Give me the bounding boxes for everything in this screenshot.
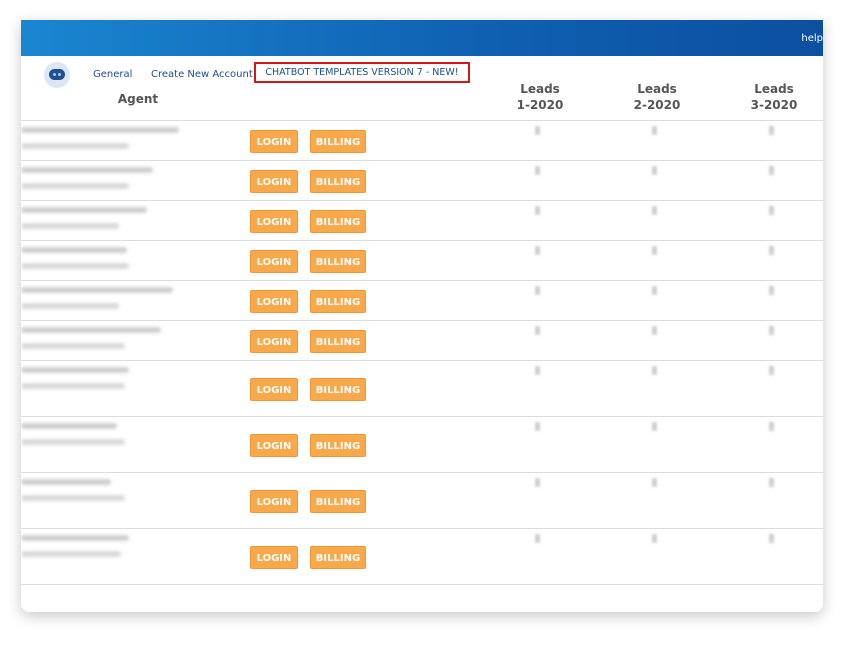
billing-button[interactable]: BILLING — [310, 330, 366, 353]
help-link[interactable]: help — [801, 33, 823, 44]
billing-button[interactable]: BILLING — [310, 170, 366, 193]
billing-button[interactable]: BILLING — [310, 250, 366, 273]
header-leads-1: Leads 1-2020 — [516, 82, 564, 112]
leads-value-2 — [652, 366, 657, 375]
login-button[interactable]: LOGIN — [250, 130, 298, 153]
app-window: help General Create New Account CHATBOT … — [21, 20, 823, 612]
leads-value-1 — [535, 478, 540, 487]
leads-value-2 — [652, 286, 657, 295]
login-button[interactable]: LOGIN — [250, 290, 298, 313]
login-button[interactable]: LOGIN — [250, 250, 298, 273]
row-divider — [21, 200, 823, 201]
row-divider — [21, 528, 823, 529]
leads-value-3 — [769, 478, 774, 487]
login-button[interactable]: LOGIN — [250, 378, 298, 401]
chatbot-logo-icon[interactable] — [44, 62, 70, 88]
agent-id — [21, 343, 125, 349]
row-divider — [21, 280, 823, 281]
leads-value-2 — [652, 326, 657, 335]
login-button[interactable]: LOGIN — [250, 170, 298, 193]
agent-id — [21, 551, 121, 557]
agent-email — [21, 287, 173, 293]
login-button[interactable]: LOGIN — [250, 546, 298, 569]
leads-value-2 — [652, 206, 657, 215]
billing-button[interactable]: BILLING — [310, 546, 366, 569]
leads-value-1 — [535, 286, 540, 295]
agent-email — [21, 479, 111, 485]
leads-value-3 — [769, 534, 774, 543]
leads-value-2 — [652, 478, 657, 487]
row-divider — [21, 160, 823, 161]
login-button[interactable]: LOGIN — [250, 330, 298, 353]
login-button[interactable]: LOGIN — [250, 434, 298, 457]
billing-button[interactable]: BILLING — [310, 378, 366, 401]
row-divider — [21, 360, 823, 361]
leads-value-2 — [652, 246, 657, 255]
leads-value-3 — [769, 206, 774, 215]
agent-email — [21, 207, 147, 213]
leads-value-3 — [769, 422, 774, 431]
login-button[interactable]: LOGIN — [250, 210, 298, 233]
leads-value-2 — [652, 126, 657, 135]
leads-value-1 — [535, 166, 540, 175]
row-divider — [21, 240, 823, 241]
header-agent: Agent — [117, 92, 159, 106]
agent-email — [21, 423, 117, 429]
leads-value-2 — [652, 534, 657, 543]
agent-email — [21, 367, 129, 373]
agent-email — [21, 127, 179, 133]
row-divider — [21, 584, 823, 585]
agent-id — [21, 223, 119, 229]
top-bar: help — [21, 20, 823, 56]
leads-value-1 — [535, 206, 540, 215]
leads-value-2 — [652, 422, 657, 431]
leads-value-1 — [535, 534, 540, 543]
agent-email — [21, 327, 161, 333]
agent-id — [21, 263, 129, 269]
billing-button[interactable]: BILLING — [310, 210, 366, 233]
agent-id — [21, 383, 125, 389]
billing-button[interactable]: BILLING — [310, 490, 366, 513]
agent-id — [21, 495, 125, 501]
row-divider — [21, 320, 823, 321]
leads-value-3 — [769, 286, 774, 295]
agent-email — [21, 247, 127, 253]
leads-value-1 — [535, 422, 540, 431]
leads-value-3 — [769, 166, 774, 175]
leads-value-3 — [769, 126, 774, 135]
agent-email — [21, 167, 153, 173]
nav-general[interactable]: General — [93, 69, 132, 80]
login-button[interactable]: LOGIN — [250, 490, 298, 513]
leads-value-3 — [769, 366, 774, 375]
leads-value-1 — [535, 126, 540, 135]
billing-button[interactable]: BILLING — [310, 434, 366, 457]
nav-chatbot-templates[interactable]: CHATBOT TEMPLATES VERSION 7 - NEW! — [254, 62, 470, 83]
leads-value-1 — [535, 326, 540, 335]
header-leads-3: Leads 3-2020 — [750, 82, 798, 112]
row-divider — [21, 472, 823, 473]
nav-create-account[interactable]: Create New Account — [151, 69, 253, 80]
agent-id — [21, 303, 119, 309]
leads-value-3 — [769, 246, 774, 255]
agent-email — [21, 535, 129, 541]
agent-id — [21, 183, 129, 189]
leads-value-1 — [535, 246, 540, 255]
leads-value-1 — [535, 366, 540, 375]
agent-id — [21, 439, 125, 445]
billing-button[interactable]: BILLING — [310, 130, 366, 153]
leads-value-2 — [652, 166, 657, 175]
row-divider — [21, 416, 823, 417]
agent-id — [21, 143, 129, 149]
header-leads-2: Leads 2-2020 — [633, 82, 681, 112]
billing-button[interactable]: BILLING — [310, 290, 366, 313]
leads-value-3 — [769, 326, 774, 335]
